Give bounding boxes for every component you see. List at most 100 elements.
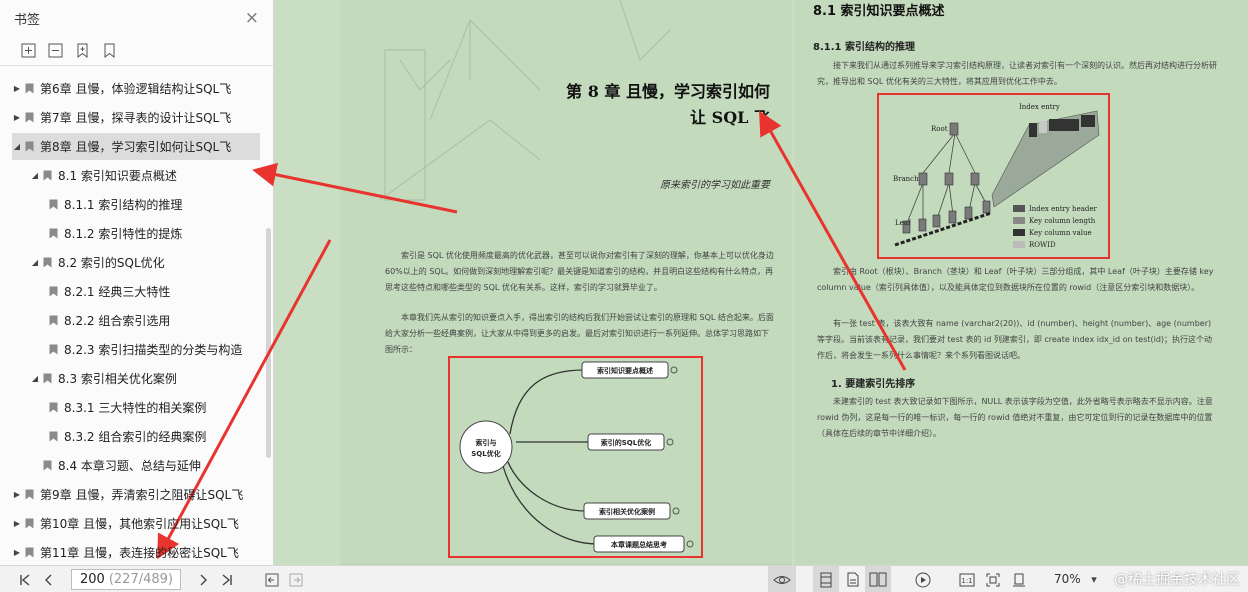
bookmark-item[interactable]: 8.1.2 索引特性的提炼 [0,219,266,248]
figure-label-root: Root [931,125,948,133]
bookmark-item[interactable]: 8.2.3 索引扫描类型的分类与构造 [0,335,266,364]
go-back-icon[interactable] [262,566,282,592]
bookmark-item[interactable]: 8.2.2 组合索引选用 [0,306,266,335]
bookmark-label: 8.1 索引知识要点概述 [58,169,177,183]
bookmark-item[interactable]: 8.2.1 经典三大特性 [0,277,266,306]
add-bookmark-icon[interactable] [74,42,91,59]
current-page: 200 [80,572,105,587]
expand-toggle-icon[interactable]: ◢ [30,171,40,180]
expand-toggle-icon[interactable]: ◢ [30,374,40,383]
bookmark-icon [25,489,34,500]
expand-toggle-icon[interactable]: ◢ [30,258,40,267]
fit-width-icon[interactable] [1008,566,1030,592]
expand-all-icon[interactable] [20,42,37,59]
expand-toggle-icon[interactable]: ▶ [12,113,22,122]
two-page-icon[interactable] [865,566,891,592]
bookmark-item[interactable]: ▶ 第7章 且慢，探寻表的设计让SQL飞 [0,103,266,132]
bookmark-panel: 书签 × ▶ 第6章 且慢，体验逻辑结构让SQL飞 ▶ 第7章 且慢，探寻表的设计让S… [0,0,274,565]
bookmark-item[interactable]: 8.3.2 组合索引的经典案例 [0,422,266,451]
mindmap-center-line1: 索引与 [476,438,497,447]
play-icon[interactable] [912,566,934,592]
mindmap-branch: 本章课题总结思考 [610,540,667,549]
bookmark-label: 8.2.2 组合索引选用 [64,314,171,328]
bookmark-item[interactable]: ▶ 第6章 且慢，体验逻辑结构让SQL飞 [0,74,266,103]
bookmark-scrollbar[interactable] [266,228,271,458]
subheading: 1. 要建索引先排序 [831,379,916,390]
bookmark-item[interactable]: ◢ 8.3 索引相关优化案例 [0,364,266,393]
mindmap-center-line2: SQL优化 [471,449,500,458]
bookmark-item[interactable]: ◢ 第8章 且慢，学习索引如何让SQL飞 [0,132,266,161]
paragraph: 接下来我们从通过系列推导来学习索引结构原理，让读者对索引有一个深刻的认识。然后再… [817,61,1217,86]
bookmark-label: 第8章 且慢，学习索引如何让SQL飞 [40,140,232,154]
zoom-level[interactable]: 70% [1054,572,1081,586]
first-page-icon[interactable] [14,566,36,592]
bookmark-icon [43,373,52,384]
bookmark-item[interactable]: 8.1.1 索引结构的推理 [0,190,266,219]
pdf-page-right: 8.1 索引知识要点概述 8.1.1 索引结构的推理 接下来我们从通过系列推导来… [795,0,1248,565]
mindmap-branch: 索引的SQL优化 [601,438,651,447]
bookmark-item[interactable]: ▶ 第10章 且慢，其他索引应用让SQL飞 [0,509,266,538]
next-page-icon[interactable] [192,566,214,592]
index-structure-figure: Index entry Root Branch Leaf Index entry… [893,103,1100,249]
bookmark-icon[interactable] [101,42,118,59]
figure-legend-item: Key column length [1029,217,1096,225]
expand-toggle-icon[interactable]: ▶ [12,490,22,499]
paragraph: 索引是 SQL 优化使用频度最高的优化武器，甚至可以说你对索引有了深刻的理解，你… [385,251,774,292]
figure-label-branch: Branch [893,175,919,183]
bookmark-label: 第7章 且慢，探寻表的设计让SQL飞 [40,111,232,125]
bookmark-label: 第11章 且慢，表连接的秘密让SQL飞 [40,546,239,560]
svg-text:1:1: 1:1 [961,577,972,585]
expand-toggle-icon[interactable]: ◢ [12,142,22,151]
bookmark-item[interactable]: ▶ 第9章 且慢，弄清索引之阻碍让SQL飞 [0,480,266,509]
bookmark-icon [49,431,58,442]
section-heading: 8.1 索引知识要点概述 [813,4,945,19]
close-icon[interactable]: × [245,9,259,27]
bookmark-panel-header: 书签 × [0,0,273,36]
bookmark-icon [25,141,34,152]
chapter-title-line2: 让 SQL 飞 [690,108,770,127]
prev-page-icon[interactable] [38,566,60,592]
page-number-input[interactable]: 200 (227/489) [71,569,181,590]
mindmap-branch: 索引知识要点概述 [597,366,653,375]
last-page-icon[interactable] [216,566,238,592]
bookmark-label: 8.2.3 索引扫描类型的分类与构造 [64,343,243,357]
bookmark-item[interactable]: ◢ 8.1 索引知识要点概述 [0,161,266,190]
bookmark-toolbar [0,36,273,66]
bookmark-item[interactable]: 8.4 本章习题、总结与延伸 [0,451,266,480]
bookmark-label: 8.3.1 三大特性的相关案例 [64,401,207,415]
eye-protection-icon[interactable] [768,566,796,592]
bookmark-icon [49,286,58,297]
paragraph: 未建索引的 test 表大致记录如下图所示，NULL 表示该字段为空值，此外省略… [817,397,1213,438]
bookmark-label: 8.3 索引相关优化案例 [58,372,177,386]
single-page-icon[interactable] [841,566,865,592]
page-position: (227/489) [108,572,173,587]
expand-toggle-icon[interactable]: ▶ [12,84,22,93]
bookmark-item[interactable]: ◢ 8.2 索引的SQL优化 [0,248,266,277]
zoom-dropdown-icon[interactable]: ▾ [1086,566,1102,592]
bookmark-icon [49,199,58,210]
bottom-toolbar: 200 (227/489) 1:1 70% ▾ [0,565,1248,592]
bookmark-item[interactable]: ▶ 第11章 且慢，表连接的秘密让SQL飞 [0,538,266,567]
subsection-heading: 8.1.1 索引结构的推理 [813,42,915,53]
bookmark-label: 8.2.1 经典三大特性 [64,285,171,299]
continuous-page-icon[interactable] [813,566,839,592]
expand-toggle-icon[interactable]: ▶ [12,548,22,557]
bookmark-item[interactable]: 8.3.1 三大特性的相关案例 [0,393,266,422]
collapse-all-icon[interactable] [47,42,64,59]
watermark: @稀土掘金技术社区 [1114,572,1240,588]
fit-page-icon[interactable] [982,566,1004,592]
bookmark-icon [25,518,34,529]
paragraph: 索引由 Root（根块）、Branch（茎块）和 Leaf（叶子块）三部分组成，… [817,267,1214,292]
mindmap-branch: 索引相关优化案例 [599,507,655,516]
bookmark-icon [49,228,58,239]
figure-label-leaf: Leaf [895,219,912,227]
expand-toggle-icon[interactable]: ▶ [12,519,22,528]
bookmark-label: 8.2 索引的SQL优化 [58,256,165,270]
figure-legend-item: Index entry header [1029,205,1098,213]
bookmark-icon [43,460,52,471]
go-forward-icon[interactable] [286,566,306,592]
figure-label-index-entry: Index entry [1019,103,1060,111]
paragraph: 有一张 test 表，该表大致有 name (varchar2(20))、id … [817,319,1213,360]
bookmark-label: 8.3.2 组合索引的经典案例 [64,430,207,444]
actual-size-icon[interactable]: 1:1 [956,566,978,592]
